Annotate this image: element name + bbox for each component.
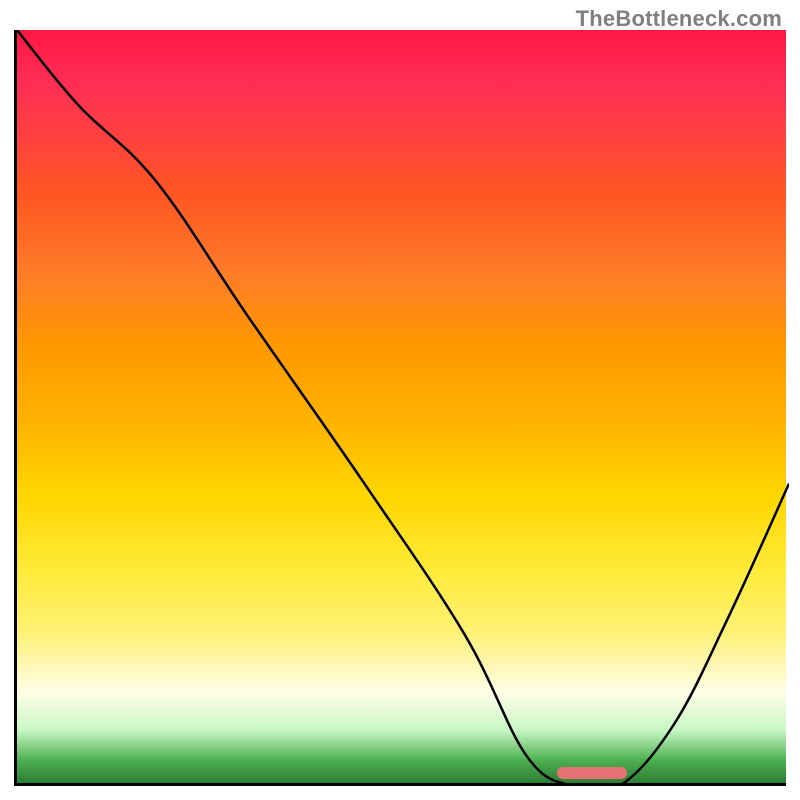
chart-plot-area: [14, 30, 786, 786]
watermark-text: TheBottleneck.com: [576, 6, 782, 32]
chart-gradient-background: [17, 30, 786, 783]
optimal-marker: [557, 767, 626, 779]
